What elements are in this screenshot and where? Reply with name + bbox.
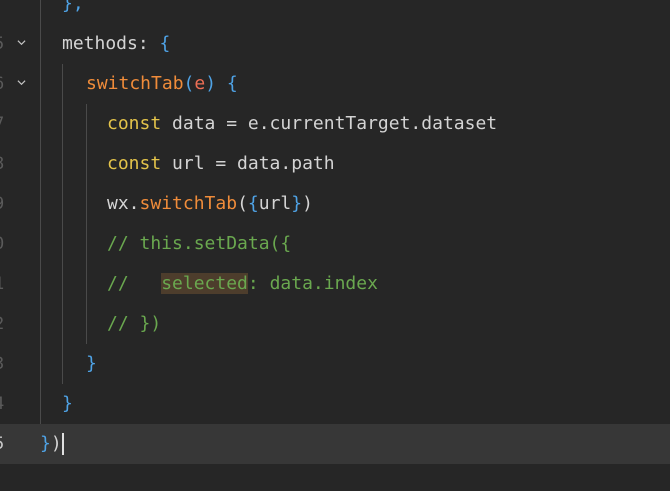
code-line[interactable]: 5 methods: { xyxy=(0,24,670,64)
code-token: switchTab xyxy=(139,193,238,214)
line-number: 0 xyxy=(0,224,6,264)
code-line[interactable]: 2 // }) xyxy=(0,304,670,344)
code-token: switchTab xyxy=(86,73,184,94)
line-number: 6 xyxy=(0,64,6,104)
line-number: 9 xyxy=(0,184,6,224)
code-text: switchTab(e) { xyxy=(86,64,238,104)
code-editor[interactable]: }, 5 methods: { 6 switchTab(e) { 7 const… xyxy=(0,0,670,491)
code-text: const data = e.currentTarget.dataset xyxy=(107,104,497,144)
code-token: // xyxy=(107,273,162,294)
code-comment: // selected: data.index xyxy=(107,264,378,304)
code-token: ( xyxy=(237,193,248,214)
code-token: methods xyxy=(62,33,138,54)
code-token: const xyxy=(107,113,162,134)
code-token: } xyxy=(291,193,303,214)
line-number: 5 xyxy=(0,24,6,64)
selection-highlight: selected xyxy=(161,273,248,294)
current-code-line[interactable]: 5 }) xyxy=(0,424,670,464)
code-line[interactable]: 6 switchTab(e) { xyxy=(0,64,670,104)
code-text: methods: { xyxy=(62,24,170,64)
code-token: url xyxy=(258,193,292,214)
code-token: wx. xyxy=(107,193,140,214)
code-token: const xyxy=(107,153,162,174)
chevron-down-icon[interactable] xyxy=(17,38,26,47)
code-token: data = e.currentTarget.dataset xyxy=(161,113,498,134)
line-number: 4 xyxy=(0,384,6,424)
line-number: 1 xyxy=(0,264,6,304)
code-token: ) xyxy=(205,73,227,94)
code-token: { xyxy=(247,193,259,214)
code-token: } xyxy=(86,353,97,374)
line-number: 2 xyxy=(0,304,6,344)
code-token: e xyxy=(194,73,206,94)
code-token: } xyxy=(40,433,51,454)
text-cursor xyxy=(61,433,64,455)
code-token: url = data.path xyxy=(161,153,335,174)
code-line[interactable]: 7 const data = e.currentTarget.dataset xyxy=(0,104,670,144)
code-token: ) xyxy=(50,433,62,454)
code-line[interactable]: 0 // this.setData({ xyxy=(0,224,670,264)
line-number: 7 xyxy=(0,104,6,144)
code-token: ( xyxy=(183,73,195,94)
code-line[interactable]: 9 wx.switchTab({url}) xyxy=(0,184,670,224)
code-token: { xyxy=(226,73,238,94)
line-number: 8 xyxy=(0,144,6,184)
code-token: { xyxy=(159,33,171,54)
code-line[interactable]: 4 } xyxy=(0,384,670,424)
chevron-down-icon[interactable] xyxy=(17,78,26,87)
code-comment: // this.setData({ xyxy=(107,233,292,254)
code-text: wx.switchTab({url}) xyxy=(107,184,313,224)
code-comment: // }) xyxy=(107,313,162,334)
code-token: : xyxy=(137,33,160,54)
code-line[interactable]: 1 // selected: data.index xyxy=(0,264,670,304)
code-token: } xyxy=(62,393,73,414)
code-text: }) xyxy=(40,424,64,464)
code-token: }, xyxy=(62,0,84,14)
line-number: 3 xyxy=(0,344,6,384)
code-line[interactable]: 8 const url = data.path xyxy=(0,144,670,184)
code-token: ) xyxy=(302,193,313,214)
code-text: const url = data.path xyxy=(107,144,335,184)
code-token: : data.index xyxy=(247,273,378,294)
code-line[interactable]: }, xyxy=(0,0,670,24)
code-line[interactable]: 3 } xyxy=(0,344,670,384)
line-number: 5 xyxy=(0,424,6,464)
